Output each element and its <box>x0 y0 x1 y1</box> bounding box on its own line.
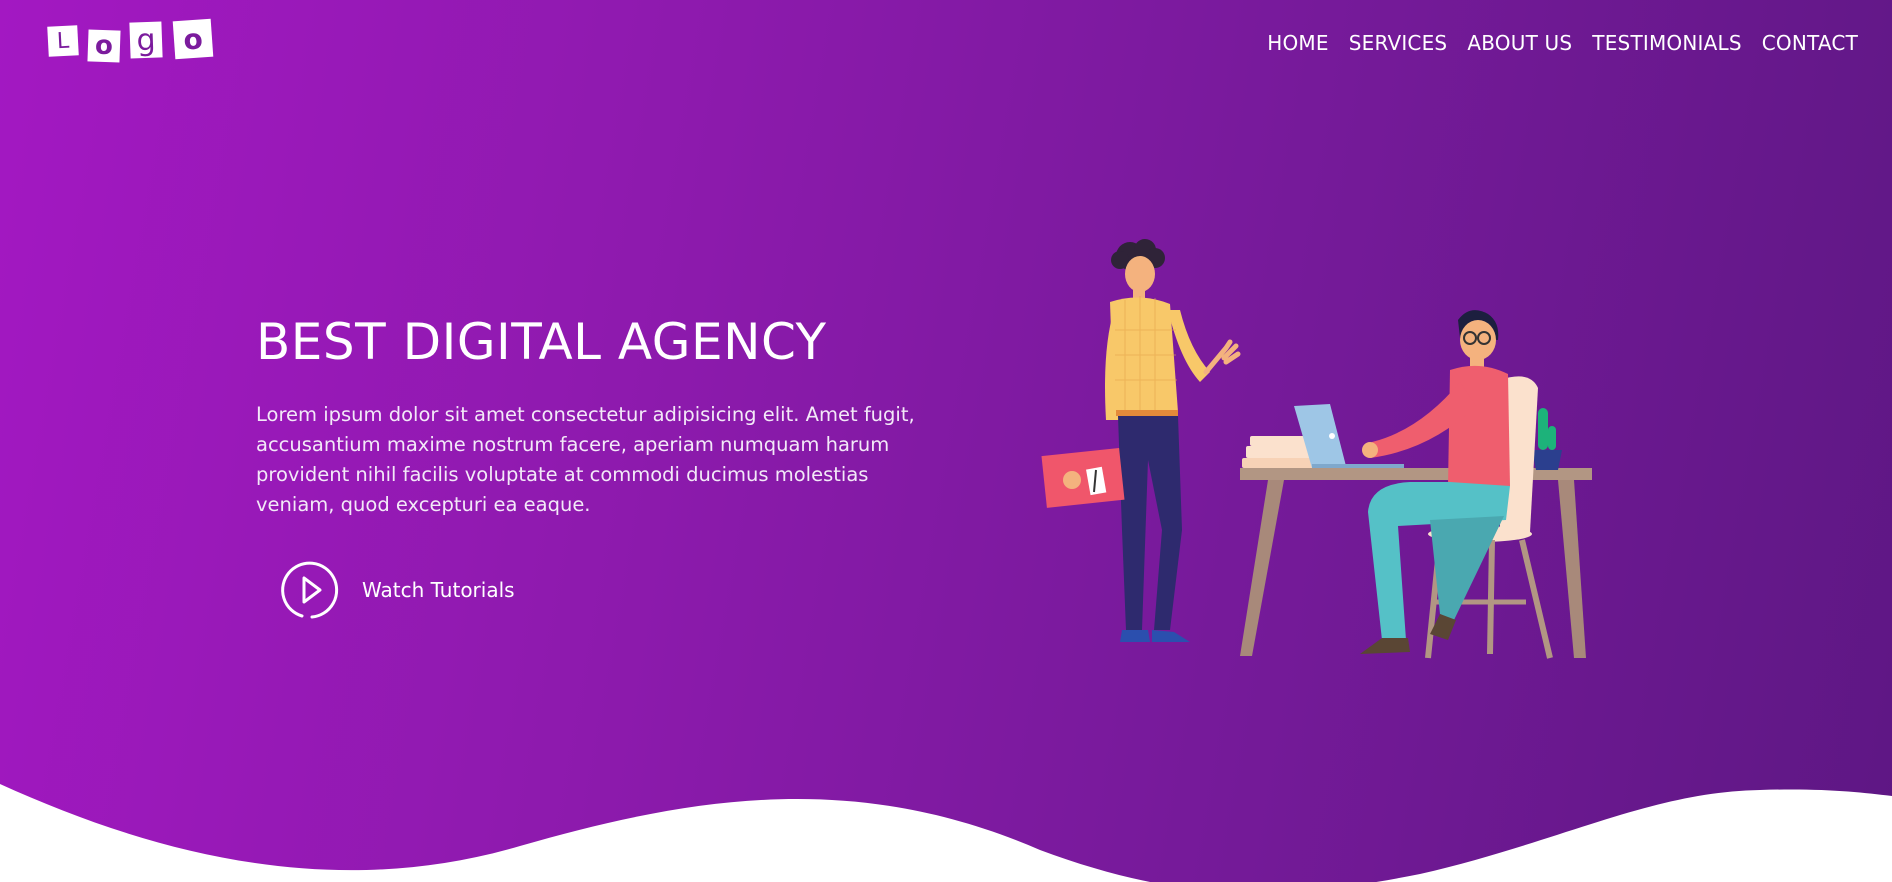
main-nav: HOME SERVICES ABOUT US TESTIMONIALS CONT… <box>1257 30 1868 56</box>
hero-title: BEST DIGITAL AGENCY <box>256 313 827 371</box>
nav-contact[interactable]: CONTACT <box>1752 30 1868 56</box>
logo-letter-o-2: o <box>172 18 214 60</box>
nav-home[interactable]: HOME <box>1257 30 1338 56</box>
hero-description: Lorem ipsum dolor sit amet consectetur a… <box>256 403 915 516</box>
logo-letter-o: o <box>87 29 121 63</box>
bottom-wave <box>0 784 1892 882</box>
play-circle-icon <box>281 561 339 619</box>
logo-letter-g: g <box>129 21 163 59</box>
watch-tutorials-button[interactable]: Watch Tutorials <box>280 560 515 620</box>
nav-testimonials[interactable]: TESTIMONIALS <box>1582 30 1751 56</box>
nav-about-us[interactable]: ABOUT US <box>1457 30 1582 56</box>
logo-letter-l: L <box>47 25 79 57</box>
standing-man-figure <box>1041 239 1241 642</box>
office-illustration <box>1041 239 1592 659</box>
nav-services[interactable]: SERVICES <box>1339 30 1458 56</box>
watch-tutorials-label: Watch Tutorials <box>362 578 515 602</box>
logo[interactable]: L o g o <box>47 18 216 64</box>
